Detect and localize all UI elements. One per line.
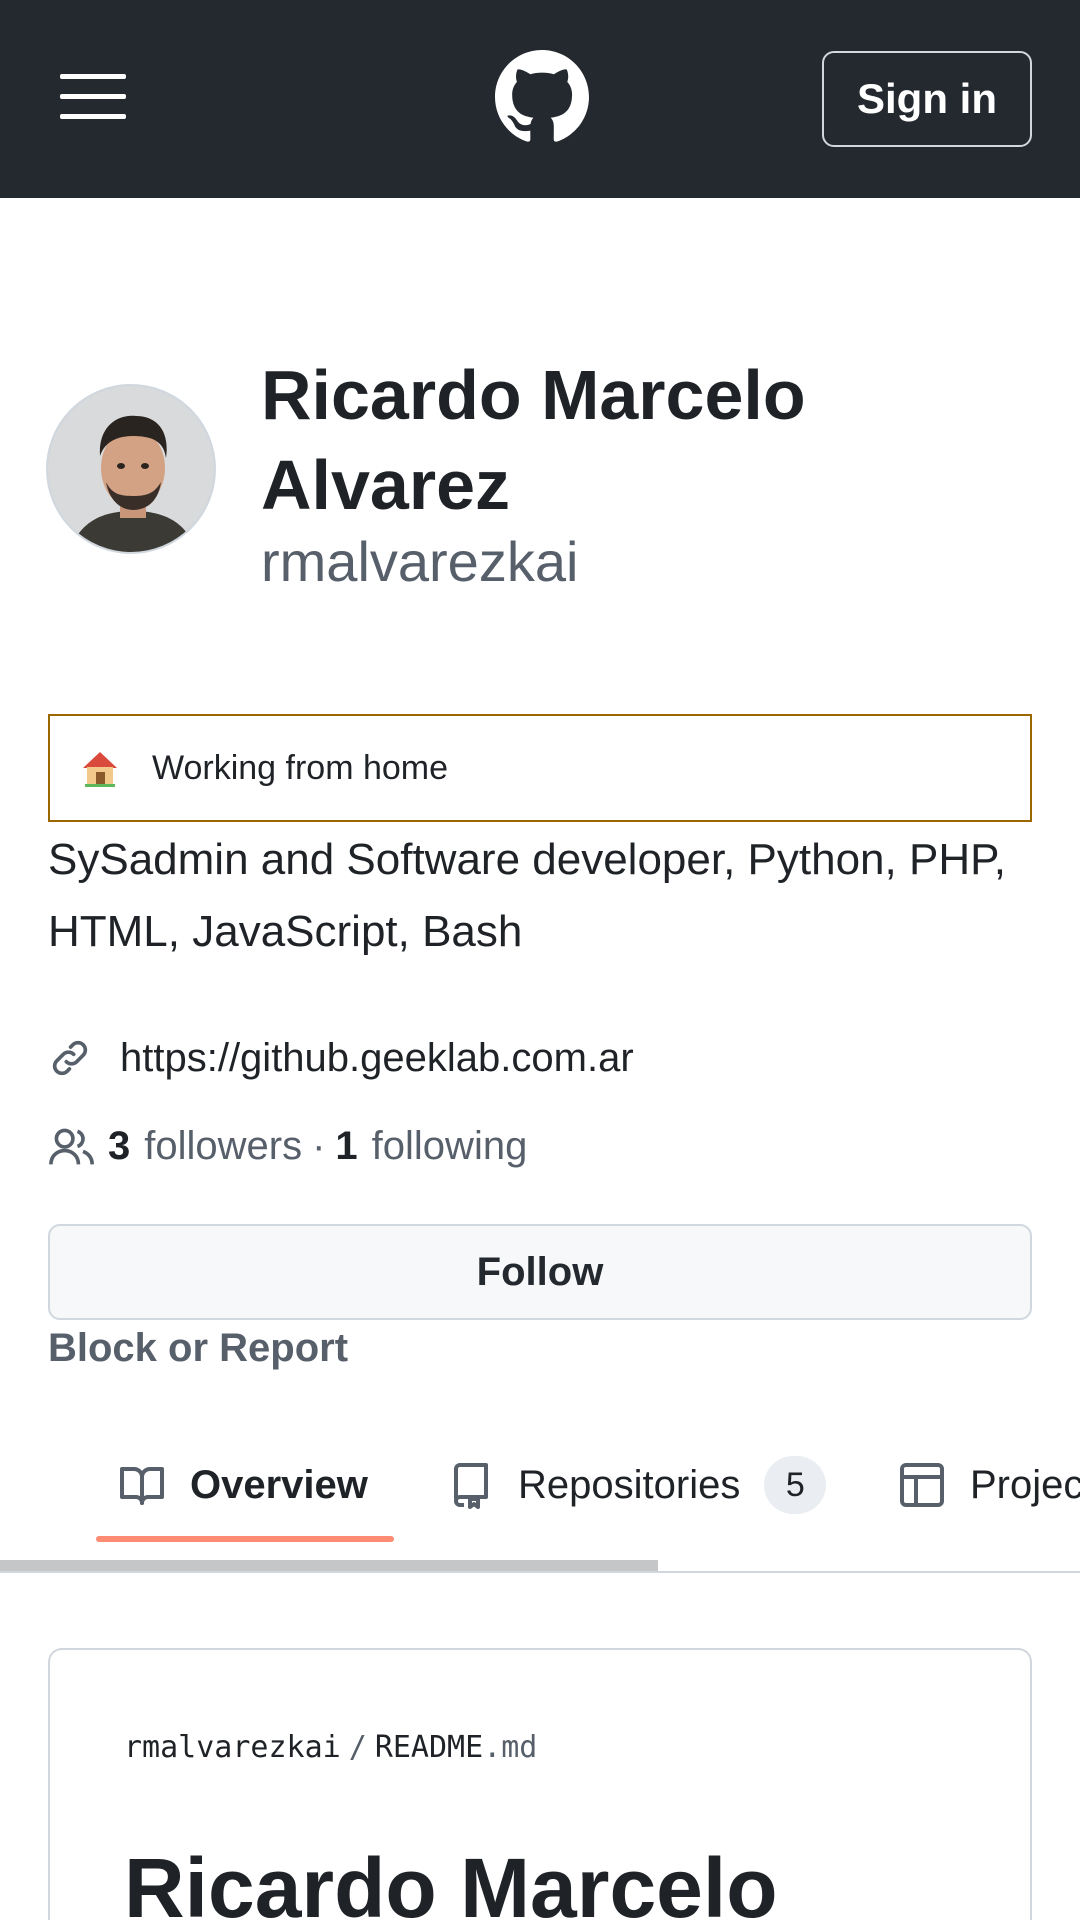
github-logo[interactable] — [495, 50, 589, 144]
website-link[interactable]: https://github.geeklab.com.ar — [120, 1036, 634, 1081]
avatar[interactable] — [46, 384, 216, 554]
people-icon — [49, 1128, 94, 1165]
readme-file-base: README — [374, 1730, 484, 1765]
status-badge[interactable]: Working from home — [48, 714, 1032, 822]
profile-name: Ricardo Marcelo Alvarez — [261, 356, 806, 524]
profile-tabs: Overview Repositories 5 Projects — [0, 1430, 1080, 1570]
block-or-report-link[interactable]: Block or Report — [48, 1326, 348, 1371]
house-emoji — [83, 752, 117, 787]
readme-owner-link[interactable]: rmalvarezkai — [124, 1730, 341, 1765]
tab-projects[interactable]: Projects — [898, 1450, 1080, 1520]
repositories-counter: 5 — [764, 1456, 827, 1514]
followers-count[interactable]: 3 — [108, 1124, 130, 1169]
sign-in-button[interactable]: Sign in — [822, 51, 1032, 147]
book-icon — [120, 1467, 164, 1505]
follow-stats: 3 followers · 1 following — [48, 1118, 527, 1174]
tab-repositories[interactable]: Repositories 5 — [446, 1450, 827, 1520]
tab-projects-label: Projects — [970, 1462, 1080, 1507]
hamburger-icon[interactable] — [60, 74, 126, 120]
selected-tab-underline — [96, 1536, 394, 1542]
readme-path-separator: / — [348, 1730, 367, 1765]
profile-bio: SySadmin and Software developer, Python,… — [48, 835, 1006, 956]
tab-overview[interactable]: Overview — [118, 1450, 368, 1520]
link-icon — [52, 1040, 88, 1076]
readme-file-ext: .md — [483, 1730, 538, 1765]
avatar-image — [48, 386, 214, 552]
following-link[interactable]: following — [372, 1124, 528, 1169]
readme-file-link[interactable]: README.md — [375, 1730, 538, 1765]
tabs-divider — [0, 1571, 1080, 1573]
status-text: Working from home — [152, 748, 449, 787]
app-header: Sign in — [0, 0, 1080, 198]
repo-icon — [454, 1463, 488, 1509]
tab-repositories-label: Repositories — [518, 1462, 741, 1507]
followers-link[interactable]: followers — [144, 1124, 302, 1169]
following-count[interactable]: 1 — [335, 1124, 357, 1169]
profile-username: rmalvarezkai — [261, 530, 579, 593]
profile-website: https://github.geeklab.com.ar — [48, 1030, 634, 1086]
follow-button[interactable]: Follow — [48, 1224, 1032, 1320]
tab-overview-label: Overview — [190, 1462, 368, 1507]
table-icon — [900, 1463, 944, 1507]
follow-separator: · — [312, 1123, 326, 1168]
readme-card: rmalvarezkai / README.md Ricardo Marcelo — [48, 1648, 1032, 1920]
readme-path: rmalvarezkai / README.md — [124, 1730, 537, 1765]
readme-heading: Ricardo Marcelo — [124, 1841, 778, 1920]
